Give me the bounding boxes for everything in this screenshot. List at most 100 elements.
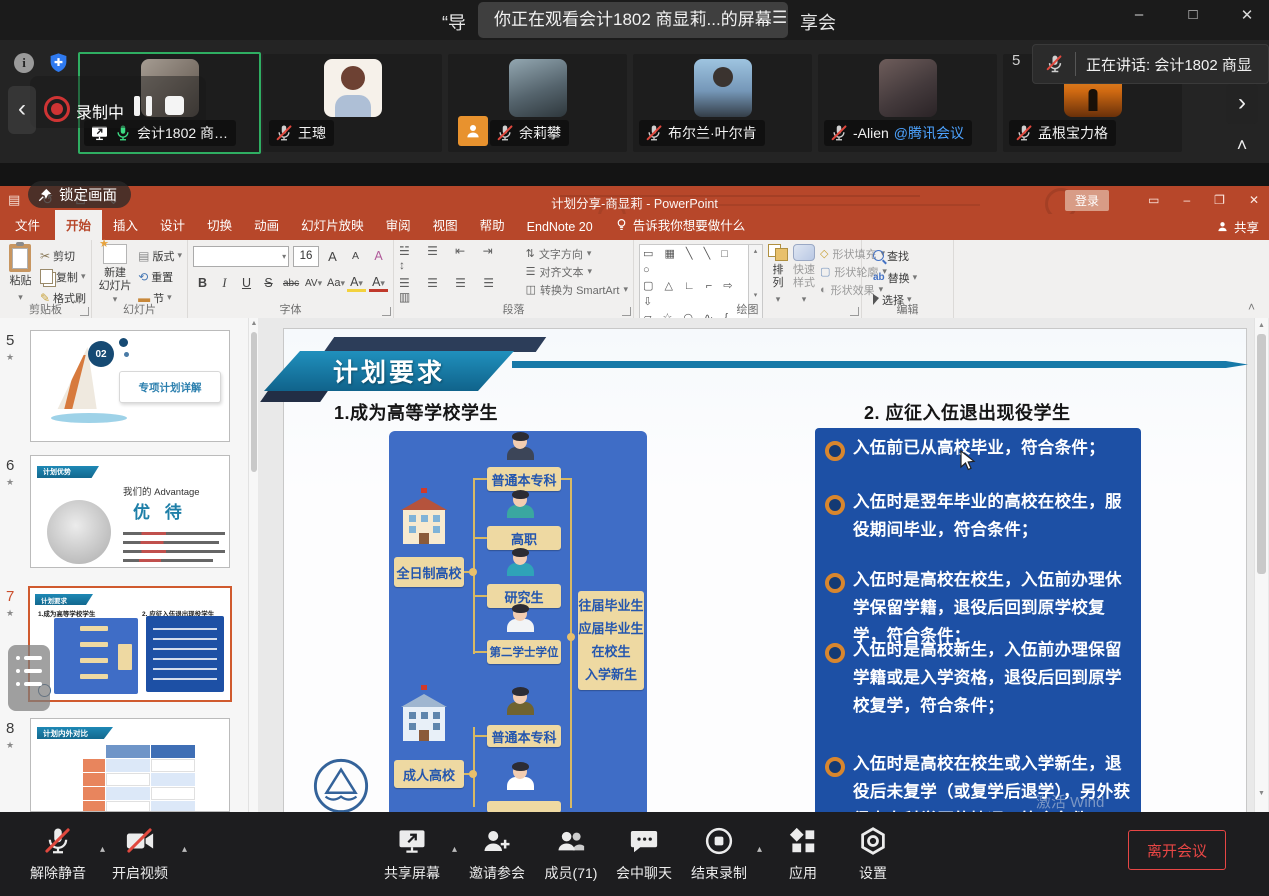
- replace-button[interactable]: ab替换▾: [873, 268, 948, 287]
- tab-insert[interactable]: 插入: [102, 210, 149, 240]
- pause-recording-button[interactable]: [134, 96, 152, 116]
- font-color-button[interactable]: A▾: [369, 275, 388, 292]
- tab-home[interactable]: 开始: [55, 210, 102, 240]
- thumb-number: 8: [6, 720, 24, 737]
- strip-prev-button[interactable]: ‹: [8, 86, 36, 134]
- alignment-buttons[interactable]: ☰ ☰ ☰ ☰ ▥: [399, 276, 518, 304]
- ppt-share-button[interactable]: 共享: [1216, 217, 1259, 236]
- tab-help[interactable]: 帮助: [469, 210, 516, 240]
- ribbon-display-button[interactable]: ▭: [1148, 193, 1159, 207]
- meeting-title-fragment-right: 享会: [800, 9, 836, 35]
- strip-collapse-button[interactable]: ˄: [1226, 132, 1258, 160]
- tab-slideshow[interactable]: 幻灯片放映: [290, 210, 375, 240]
- ppt-restore-button[interactable]: ❐: [1214, 193, 1225, 207]
- tab-tell-me[interactable]: 告诉我你想要做什么: [604, 210, 757, 240]
- text-direction-button[interactable]: ⇅文字方向▾: [526, 245, 628, 262]
- tab-design[interactable]: 设计: [149, 210, 196, 240]
- participant-tile[interactable]: 余莉攀: [448, 54, 627, 152]
- paste-button[interactable]: 粘贴 ▾: [5, 244, 36, 306]
- shrink-font-button[interactable]: A: [346, 250, 365, 262]
- grow-font-button[interactable]: A: [323, 249, 342, 264]
- strip-next-button[interactable]: ›: [1226, 84, 1258, 124]
- quick-styles-button[interactable]: 快速样式 ▾: [793, 244, 815, 306]
- participant-tile[interactable]: 布尔兰·叶尔肯: [633, 54, 812, 152]
- person-icon: [1216, 220, 1229, 233]
- italic-button[interactable]: I: [215, 276, 234, 291]
- ppt-close-button[interactable]: ✕: [1249, 193, 1259, 207]
- arrange-icon: [768, 244, 788, 261]
- unmute-button[interactable]: 解除静音: [18, 826, 98, 883]
- close-button[interactable]: ✕: [1239, 6, 1255, 24]
- record-options-caret[interactable]: ▴: [757, 844, 762, 855]
- mouse-cursor: [958, 450, 978, 472]
- slide-thumbnail-8[interactable]: 计划内外对比: [30, 718, 230, 812]
- sign-in-button[interactable]: 登录: [1065, 190, 1109, 211]
- convert-smartart-button[interactable]: ◫转换为 SmartArt▾: [526, 281, 628, 298]
- chat-button[interactable]: 会中聊天: [604, 826, 684, 883]
- unmute-options-caret[interactable]: ▴: [100, 844, 105, 855]
- branch-box: 普通本专科: [487, 467, 561, 491]
- tab-review[interactable]: 审阅: [375, 210, 422, 240]
- paragraph-dialog-launcher[interactable]: [622, 307, 631, 316]
- find-button[interactable]: 查找: [873, 246, 948, 265]
- reset-button[interactable]: ⟲重置: [138, 267, 182, 286]
- share-options-caret[interactable]: ▴: [452, 844, 457, 855]
- info-icon[interactable]: i: [14, 53, 34, 73]
- canvas-scrollbar[interactable]: ▲ ▼: [1254, 318, 1268, 812]
- student-avatar: [505, 606, 535, 638]
- list-indent-spacing-buttons[interactable]: ☱ ☰ ⇤ ⇥ ↕: [399, 244, 518, 272]
- strikethrough-button[interactable]: S: [259, 276, 278, 290]
- ppt-minimize-button[interactable]: –: [1183, 193, 1190, 207]
- participant-tile[interactable]: -Alien@腾讯会议: [818, 54, 997, 152]
- floating-list-handle[interactable]: [8, 645, 50, 711]
- change-case-button[interactable]: Aa▾: [325, 277, 344, 289]
- participant-name: -Alien: [853, 125, 889, 141]
- security-shield-icon[interactable]: [48, 52, 69, 73]
- maximize-button[interactable]: □: [1185, 6, 1201, 24]
- cut-button[interactable]: ✂剪切: [40, 246, 86, 265]
- settings-button[interactable]: 设置: [835, 826, 911, 883]
- tab-endnote[interactable]: EndNote 20: [516, 215, 604, 240]
- tab-animations[interactable]: 动画: [243, 210, 290, 240]
- adult-college-box: 成人高校: [394, 760, 464, 788]
- start-video-button[interactable]: 开启视频: [100, 826, 180, 883]
- video-options-caret[interactable]: ▴: [182, 844, 187, 855]
- slide-thumbnail-7-selected[interactable]: 计划要求 1.成为高等学校学生 2. 应征入伍退出现役学生: [28, 586, 232, 702]
- slide-thumbnail-5[interactable]: 02 专项计划详解: [30, 330, 230, 442]
- layout-button[interactable]: ▤版式▾: [138, 246, 182, 265]
- apps-button[interactable]: 应用: [765, 826, 841, 883]
- slide-thumbnail-6[interactable]: 计划优势 我们的 Advantage 优 待: [30, 455, 230, 568]
- tab-transitions[interactable]: 切换: [196, 210, 243, 240]
- copy-button[interactable]: 复制▾: [40, 267, 86, 286]
- bold-button[interactable]: B: [193, 276, 212, 290]
- font-name-combobox[interactable]: ▾: [193, 246, 289, 267]
- font-size-combobox[interactable]: 16: [293, 246, 319, 267]
- slide-thumbnail-panel: 5 ★ 02 专项计划详解 6 ★ 计划优势 我们的 Advantage 优 待: [0, 318, 248, 812]
- clear-formatting-button[interactable]: A: [369, 249, 388, 263]
- underline-button[interactable]: U: [237, 276, 256, 290]
- font-dialog-launcher[interactable]: [382, 307, 391, 316]
- stop-recording-toolbar-button[interactable]: 结束录制: [679, 826, 759, 883]
- shadow-button[interactable]: abc: [281, 278, 300, 289]
- drawing-dialog-launcher[interactable]: [850, 307, 859, 316]
- participant-tile[interactable]: 王璁: [263, 54, 442, 152]
- share-screen-button[interactable]: 共享屏幕: [372, 826, 452, 883]
- lock-view-button[interactable]: 锁定画面: [28, 181, 131, 208]
- members-button[interactable]: 成员(71): [531, 826, 611, 883]
- clipboard-dialog-launcher[interactable]: [80, 307, 89, 316]
- arrange-button[interactable]: 排列 ▾: [768, 244, 788, 306]
- collapse-ribbon-button[interactable]: ˄: [1248, 300, 1255, 314]
- slide[interactable]: 计划要求 1.成为高等学校学生 2. 应征入伍退出现役学生 全日制高校: [283, 328, 1247, 812]
- leave-meeting-button[interactable]: 离开会议: [1128, 830, 1226, 870]
- tab-file[interactable]: 文件: [0, 210, 55, 240]
- character-spacing-button[interactable]: AV▾: [303, 278, 322, 289]
- highlight-color-button[interactable]: A▾: [347, 275, 366, 292]
- adult-branch-box: 普通本专科: [487, 725, 561, 747]
- new-slide-button[interactable]: 新建幻灯片▾: [97, 244, 133, 306]
- stop-recording-button[interactable]: [165, 96, 184, 115]
- align-text-button[interactable]: ☰对齐文本▾: [526, 263, 628, 280]
- tab-view[interactable]: 视图: [422, 210, 469, 240]
- invite-button[interactable]: 邀请参会: [457, 826, 537, 883]
- more-menu-icon[interactable]: ☰: [772, 8, 787, 28]
- minimize-button[interactable]: –: [1131, 6, 1147, 24]
